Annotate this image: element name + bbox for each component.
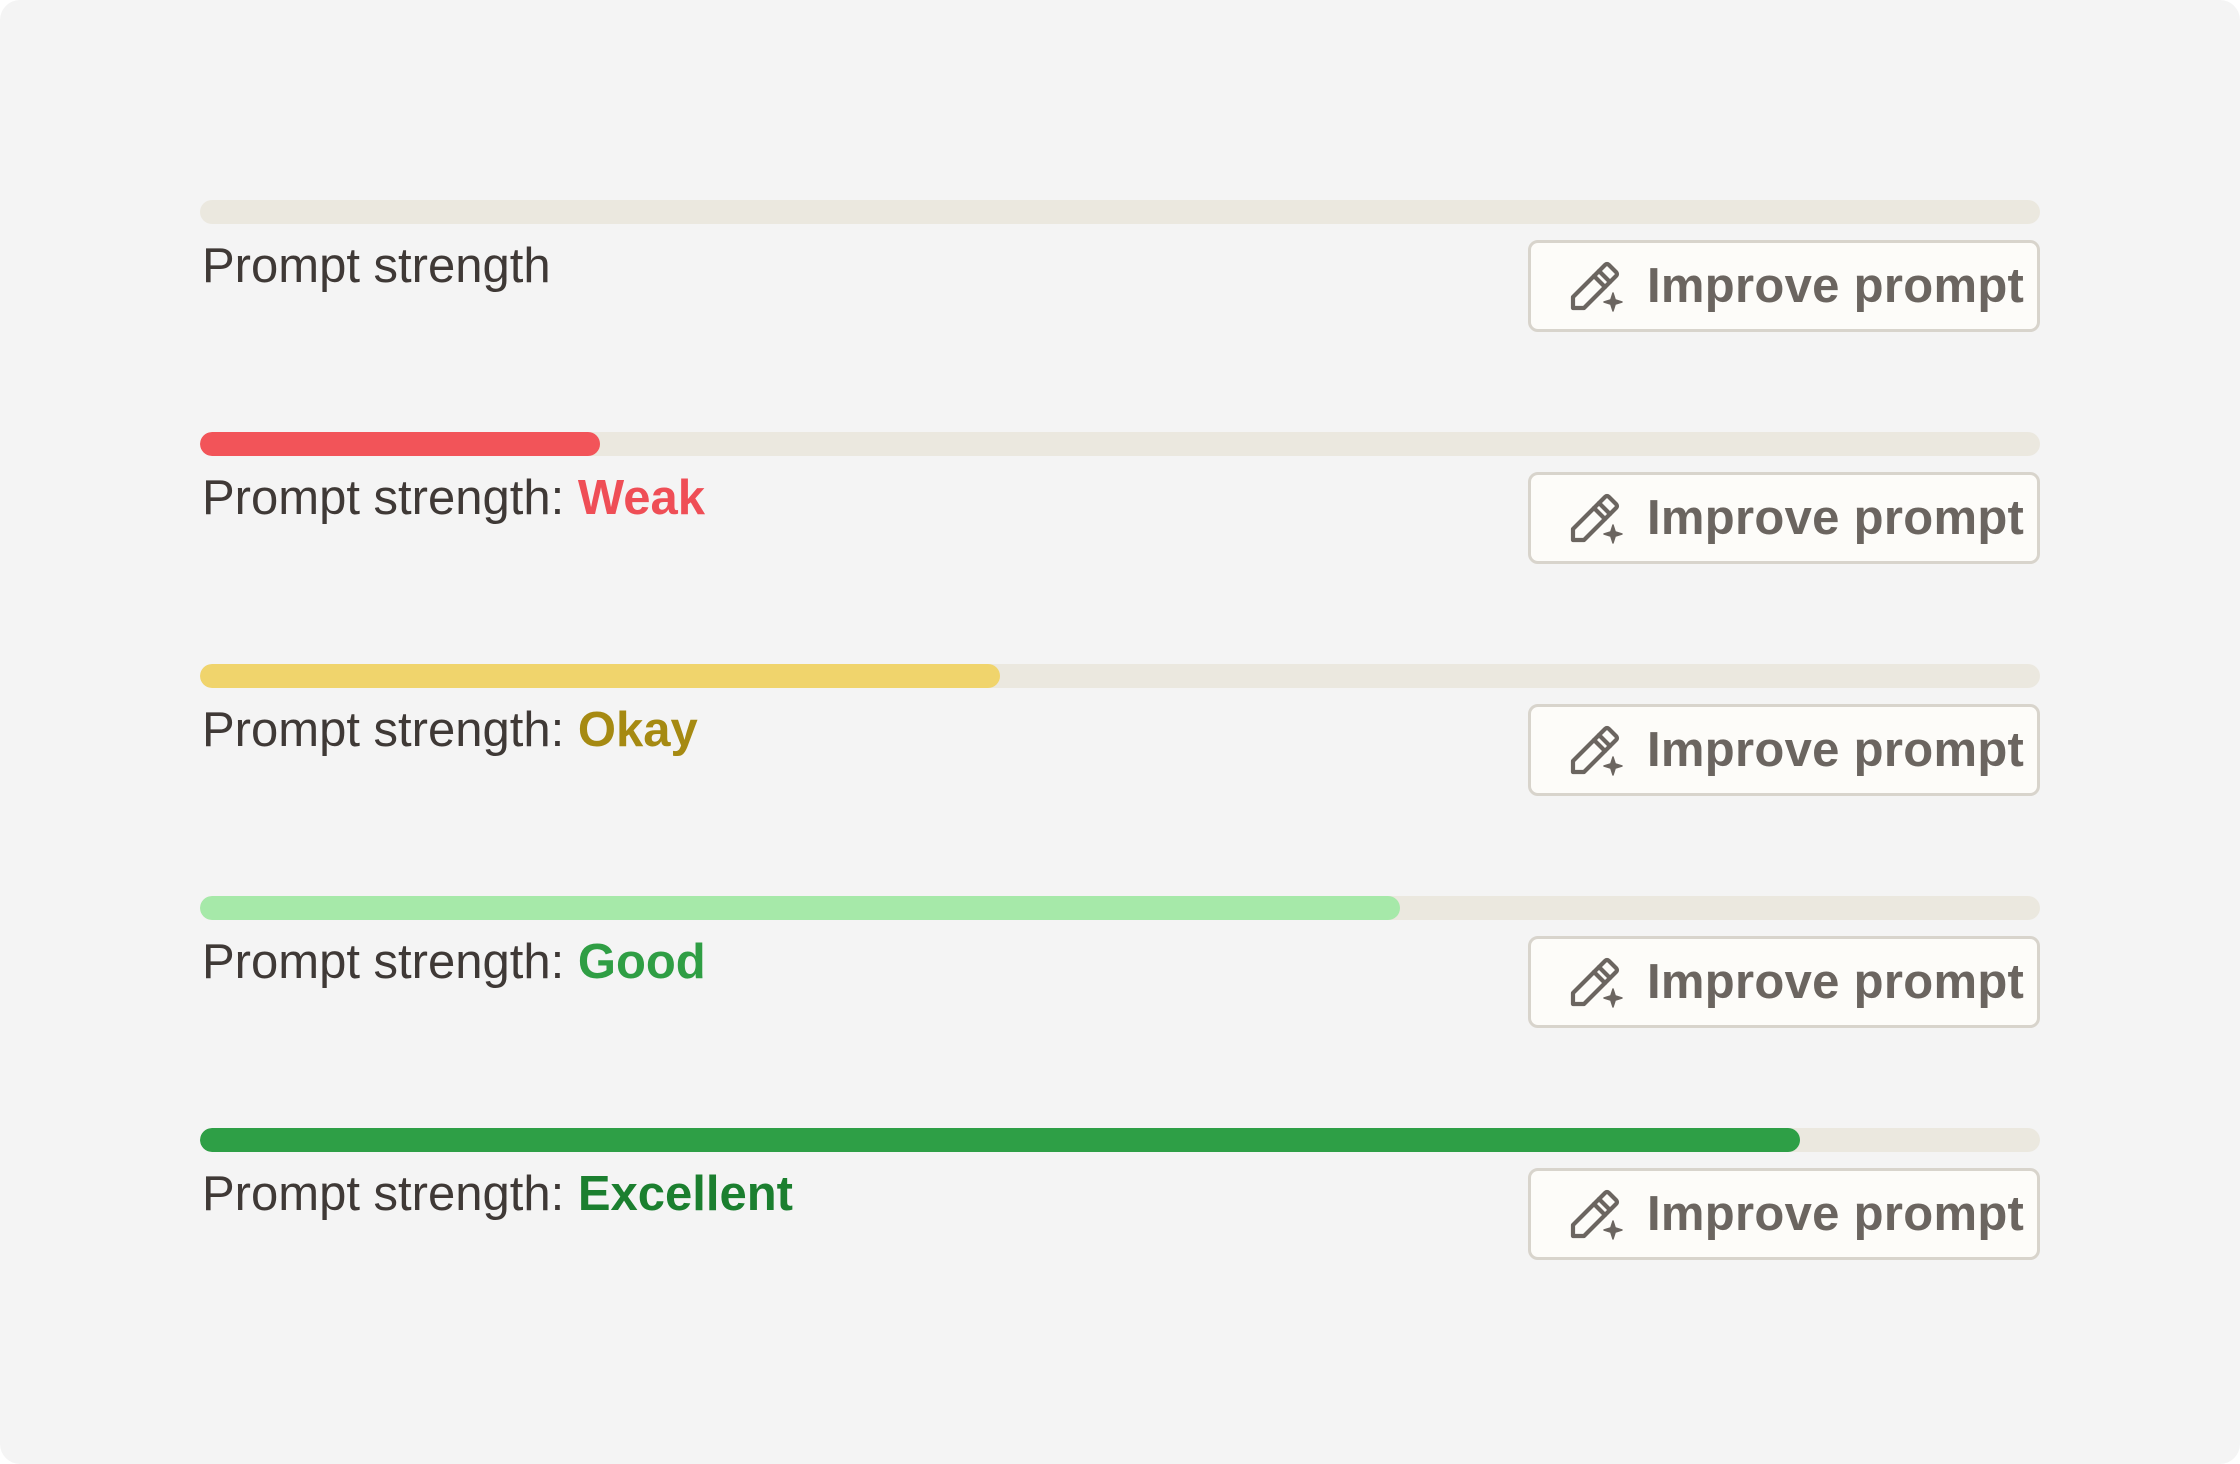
improve-prompt-label: Improve prompt (1647, 1187, 2025, 1241)
improve-prompt-label: Improve prompt (1647, 955, 2025, 1009)
pencil-sparkle-icon (1567, 1185, 1625, 1243)
improve-prompt-button[interactable]: Improve prompt (1528, 472, 2040, 564)
strength-rating: Okay (577, 703, 698, 757)
improve-prompt-label: Improve prompt (1647, 491, 2025, 545)
strength-row-weak: Prompt strength: Weak Improve prompt (200, 432, 2040, 572)
pencil-sparkle-icon (1567, 953, 1625, 1011)
strength-track (200, 1128, 2040, 1152)
pencil-sparkle-icon (1567, 721, 1625, 779)
strength-label-text: Prompt strength: (202, 471, 578, 525)
strength-row-okay: Prompt strength: Okay Improve prompt (200, 664, 2040, 804)
strength-row-good: Prompt strength: Good Improve prompt (200, 896, 2040, 1036)
improve-prompt-button[interactable]: Improve prompt (1528, 704, 2040, 796)
strength-track (200, 432, 2040, 456)
improve-prompt-button[interactable]: Improve prompt (1528, 936, 2040, 1028)
strength-rating: Good (577, 935, 706, 989)
strength-label: Prompt strength: Excellent (202, 1166, 793, 1222)
strength-label: Prompt strength: Weak (202, 470, 705, 526)
pencil-sparkle-icon (1567, 257, 1625, 315)
improve-prompt-label: Improve prompt (1647, 259, 2025, 313)
strength-label-text: Prompt strength: (202, 1167, 578, 1221)
strength-label-text: Prompt strength: (202, 935, 578, 989)
strength-fill (200, 664, 1001, 688)
strength-label: Prompt strength (202, 238, 551, 294)
strength-rating: Excellent (577, 1167, 793, 1221)
strength-row-empty: Prompt strength Improve prompt (200, 200, 2040, 340)
strength-label-text: Prompt strength (202, 239, 551, 293)
pencil-sparkle-icon (1567, 489, 1625, 547)
strength-label: Prompt strength: Okay (202, 702, 698, 758)
improve-prompt-button[interactable]: Improve prompt (1528, 1168, 2040, 1260)
strength-track (200, 896, 2040, 920)
strength-label-text: Prompt strength: (202, 703, 578, 757)
strength-fill (200, 896, 1401, 920)
strength-label: Prompt strength: Good (202, 934, 706, 990)
strength-row-excellent: Prompt strength: Excellent Improve promp… (200, 1128, 2040, 1268)
strength-track (200, 200, 2040, 224)
strength-rating: Weak (577, 471, 705, 525)
improve-prompt-label: Improve prompt (1647, 723, 2025, 777)
strength-track (200, 664, 2040, 688)
strength-fill (200, 1128, 1801, 1152)
improve-prompt-button[interactable]: Improve prompt (1528, 240, 2040, 332)
canvas: Prompt strength Improve prompt Prompt st… (0, 0, 2240, 1464)
strength-fill (200, 432, 601, 456)
